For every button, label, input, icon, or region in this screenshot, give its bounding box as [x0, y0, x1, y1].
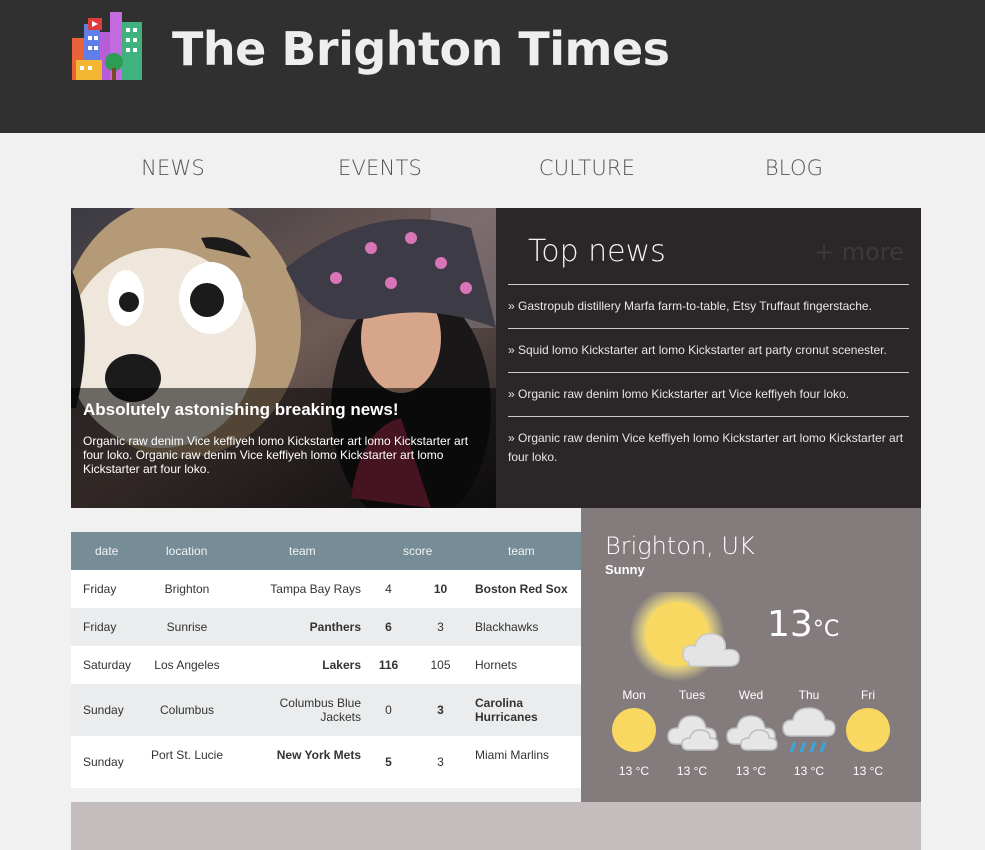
top-news-list: » Gastropub distillery Marfa farm-to-tab… — [508, 284, 909, 476]
site-title[interactable]: The Brighton Times — [172, 22, 670, 76]
cell-date: Friday — [83, 620, 117, 634]
cell-home-team: Panthers — [309, 620, 361, 634]
table-row[interactable]: Friday Sunrise Panthers 6 3 Blackhawks — [71, 608, 581, 646]
table-row[interactable]: Saturday Los Angeles Lakers 116 105 Hornets — [71, 646, 581, 684]
more-news-link[interactable]: + more — [814, 238, 904, 266]
temperature-unit: °C — [812, 617, 840, 642]
hero-headline[interactable]: Absolutely astonishing breaking news! — [83, 400, 399, 420]
forecast-day-temp: 13 °C — [676, 764, 708, 778]
site-header: The Brighton Times — [0, 0, 985, 133]
forecast-day-name: Thu — [798, 688, 820, 702]
news-item[interactable]: » Gastropub distillery Marfa farm-to-tab… — [508, 284, 909, 328]
forecast-day-temp: 13 °C — [852, 764, 884, 778]
cell-location: Port St. Lucie — [150, 748, 224, 762]
nav-item-blog[interactable]: BLOG — [694, 156, 894, 180]
cell-date: Sunday — [83, 703, 124, 717]
main-nav: NEWS EVENTS CULTURE BLOG — [70, 150, 920, 190]
sun-icon — [612, 708, 656, 752]
column-header-team: team — [508, 544, 535, 558]
cell-date: Saturday — [83, 658, 132, 672]
sun-behind-cloud-icon — [629, 592, 740, 682]
forecast-day: Tues 13 °C — [662, 688, 722, 778]
nav-item-culture[interactable]: CULTURE — [487, 156, 687, 180]
cell-location: Columbus — [159, 703, 215, 717]
news-item[interactable]: » Organic raw denim Vice keffiyeh lomo K… — [508, 416, 909, 476]
cell-home-score: 116 — [378, 658, 399, 672]
weather-condition: Sunny — [605, 562, 645, 577]
column-header-location: location — [166, 544, 208, 558]
cell-location: Los Angeles — [154, 658, 220, 672]
hero-caption: Absolutely astonishing breaking news! Or… — [71, 388, 496, 508]
cell-away-team: Boston Red Sox — [475, 582, 568, 596]
footer-strip — [71, 802, 921, 850]
forecast-day-temp: 13 °C — [793, 764, 825, 778]
cell-away-score: 105 — [430, 658, 451, 672]
scores-table: date location team score team Friday Brig… — [71, 532, 581, 788]
cell-date: Friday — [83, 582, 117, 596]
cell-away-score: 3 — [437, 755, 444, 769]
cell-location: Sunrise — [166, 620, 208, 634]
cell-away-score: 10 — [433, 582, 448, 596]
forecast-day: Fri 13 °C — [838, 688, 898, 778]
forecast-day-temp: 13 °C — [735, 764, 767, 778]
column-header-score: score — [403, 544, 433, 558]
cell-home-team: Columbus Blue Jackets — [279, 696, 361, 724]
table-header: date location team score team — [71, 532, 581, 570]
weather-widget: Brighton, UK Sunny 13°C Mon 13 °C Tues 13 °… — [581, 508, 921, 802]
news-item[interactable]: » Squid lomo Kickstarter art lomo Kickst… — [508, 328, 909, 372]
cell-location: Brighton — [164, 582, 210, 596]
column-header-date: date — [95, 544, 119, 558]
cell-date: Sunday — [83, 755, 124, 769]
cloudy-icon — [667, 715, 719, 751]
forecast-day: Wed 13 °C — [721, 688, 781, 778]
cell-home-score: 6 — [385, 620, 392, 634]
forecast-day-temp: 13 °C — [618, 764, 650, 778]
nav-item-events[interactable]: EVENTS — [280, 156, 480, 180]
cell-away-score: 3 — [437, 620, 444, 634]
top-news-panel: Top news + more » Gastropub distillery M… — [496, 208, 921, 508]
forecast-day: Mon 13 °C — [604, 688, 664, 778]
cell-home-score: 4 — [385, 582, 392, 596]
rain-icon — [782, 707, 836, 753]
cell-home-score: 0 — [385, 703, 392, 717]
table-row[interactable]: Sunday Columbus Columbus Blue Jackets 0 3 Car… — [71, 684, 581, 736]
cell-away-team: Miami Marlins — [475, 748, 550, 762]
hero-summary: Organic raw denim Vice keffiyeh lomo Kic… — [83, 434, 469, 476]
cell-away-team: Carolina Hurricanes — [475, 696, 538, 724]
table-body: Friday Brighton Tampa Bay Rays 4 10 Boston Re… — [71, 570, 581, 788]
top-news-title: Top news — [528, 234, 666, 269]
table-row[interactable]: Friday Brighton Tampa Bay Rays 4 10 Boston Re… — [71, 570, 581, 608]
nav-item-news[interactable]: NEWS — [73, 156, 273, 180]
cell-away-score: 3 — [437, 703, 444, 717]
forecast-day: Thu 13 °C — [779, 688, 839, 778]
forecast-day-name: Wed — [738, 688, 764, 702]
city-buildings-icon[interactable] — [70, 10, 145, 82]
news-item[interactable]: » Organic raw denim lomo Kickstarter art… — [508, 372, 909, 416]
table-row[interactable]: Sunday Port St. Lucie New York Mets 5 3 Miami… — [71, 736, 581, 788]
cell-home-team: Lakers — [322, 658, 361, 672]
sun-icon — [846, 708, 890, 752]
forecast-day-name: Mon — [622, 688, 646, 702]
cell-home-score: 5 — [385, 755, 392, 769]
temperature-value: 13 — [767, 604, 813, 645]
weather-temperature: 13°C — [767, 604, 839, 645]
column-header-team: team — [289, 544, 316, 558]
cloudy-icon — [726, 715, 778, 751]
cell-away-team: Blackhawks — [475, 620, 539, 634]
hero-story[interactable]: Absolutely astonishing breaking news! Or… — [71, 208, 496, 508]
cell-home-team: New York Mets — [276, 748, 361, 762]
forecast-day-name: Tues — [678, 688, 706, 702]
cell-away-team: Hornets — [475, 658, 518, 672]
forecast-day-name: Fri — [861, 688, 875, 702]
cell-home-team: Tampa Bay Rays — [270, 582, 361, 596]
weather-city: Brighton, UK — [605, 532, 755, 560]
